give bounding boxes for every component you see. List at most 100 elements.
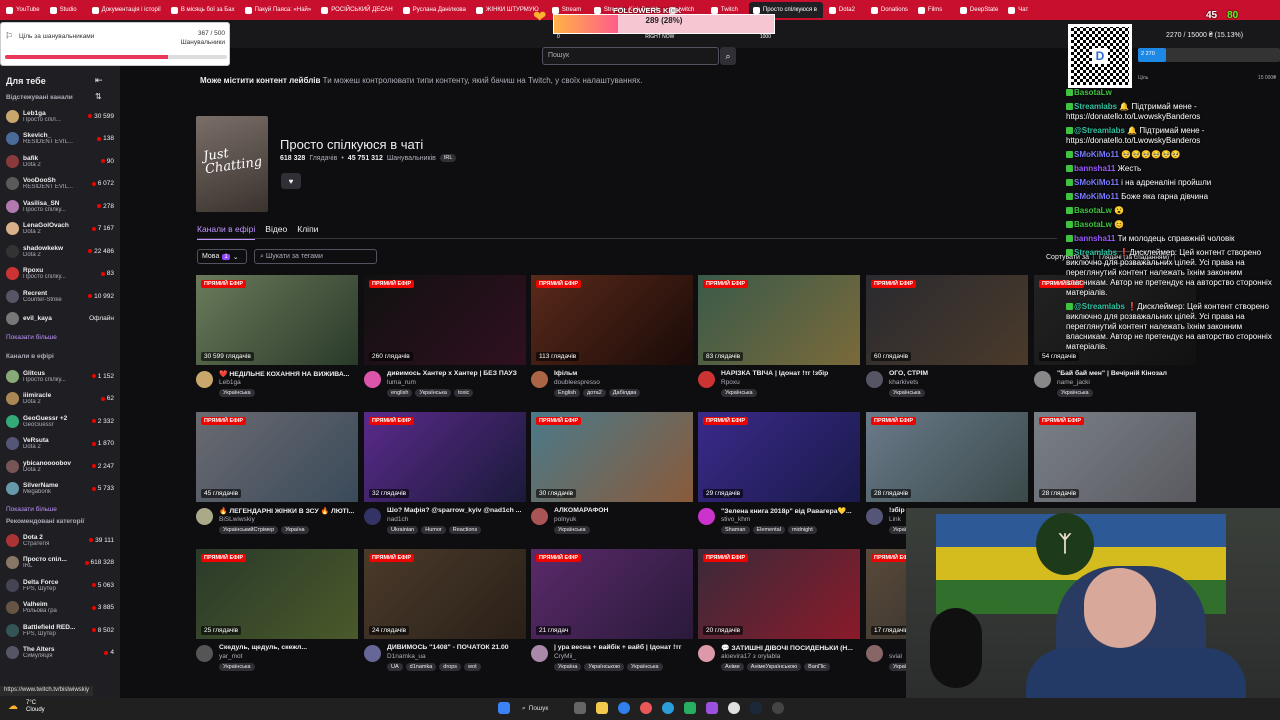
browser-tab[interactable]: Руслана Данілкова (399, 2, 470, 18)
stream-card[interactable]: ПРЯМИЙ ЕФІР 29 глядачів "Зелена книга 2018… (698, 412, 860, 546)
stream-title[interactable]: "Зелена книга 2018р" від Равагера💛... (721, 507, 859, 515)
stream-title[interactable]: НАРІЗКА ТВІЧА | Ідонат !тг !збір (721, 370, 859, 377)
stream-tag[interactable]: Українська (219, 389, 255, 397)
stream-tag[interactable]: Україна (554, 663, 582, 671)
stream-thumbnail[interactable]: ПРЯМИЙ ЕФІР 24 глядачів (364, 549, 526, 639)
streamer-name[interactable]: Leb1ga (219, 379, 357, 386)
show-more-followed-link[interactable]: Показати більше (6, 334, 57, 341)
browser-tab[interactable]: Dota2 (825, 2, 865, 18)
browser-tab[interactable]: Donations (867, 2, 912, 18)
telegram-icon[interactable] (662, 702, 674, 714)
stream-tag[interactable]: Українська (415, 389, 451, 397)
stream-tag[interactable]: Humor (421, 526, 446, 534)
stream-tag[interactable]: drops (439, 663, 462, 671)
sidebar-channel[interactable]: Vasilisa_SN Просто спілку... 278 (6, 196, 114, 216)
streamer-name[interactable]: kharkivets (889, 379, 1027, 386)
stream-title[interactable]: ДИВИМОСЬ "1408" - ПОЧАТОК 21.00 (387, 644, 525, 651)
collapse-sidebar-icon[interactable]: ⇤ (95, 75, 103, 86)
sidebar-channel[interactable]: ybicanoooobov Dota 2 2 247 (6, 456, 114, 476)
stream-thumbnail[interactable]: ПРЯМИЙ ЕФІР 28 глядачів (866, 412, 1028, 502)
browser-tab[interactable]: YouTube (2, 2, 44, 18)
sort-icon[interactable]: ⇅ (95, 92, 102, 101)
tag-search-input[interactable]: ⌕ Шукати за тегами (254, 249, 377, 264)
stream-title[interactable]: Шо? Мафія? @sparrow_kyiv @nad1ch ... (387, 507, 525, 514)
stream-card[interactable]: ПРЯМИЙ ЕФІР 30 599 глядачів ❤️ НЕДІЛЬНЕ КО… (196, 275, 358, 409)
stream-card[interactable]: ПРЯМИЙ ЕФІР 20 глядачів 💬 ЗАТИШНІ ДІВОЧІ П… (698, 549, 860, 683)
browser-tab[interactable]: Документація і історії (88, 2, 165, 18)
avatar[interactable] (698, 645, 715, 662)
stream-tag[interactable]: Аніме (721, 663, 744, 671)
avatar[interactable] (698, 371, 715, 388)
sidebar-channel[interactable]: Glitcus Просто спілку... 1 152 (6, 366, 114, 386)
file-explorer-icon[interactable] (596, 702, 608, 714)
stream-title[interactable]: АЛКОМАРАФОН (554, 507, 692, 514)
stream-card[interactable]: ПРЯМИЙ ЕФІР 45 глядачів 🔥 ЛЕГЕНДАРНІ ЖІНКИ… (196, 412, 358, 546)
sidebar-channel[interactable]: Delta Force FPS, Шутер 5 063 (6, 575, 114, 595)
avatar[interactable] (364, 371, 381, 388)
stream-tag[interactable]: Українська (889, 389, 925, 397)
stream-thumbnail[interactable]: ПРЯМИЙ ЕФІР 21 глядач (531, 549, 693, 639)
stream-tag[interactable]: Українська (219, 663, 255, 671)
sidebar-channel[interactable]: The Alters Симуляція 4 (6, 643, 114, 663)
stream-tag[interactable]: toxic (453, 389, 474, 397)
stream-title[interactable]: дивимось Хантер х Хантер | БЕЗ ПАУЗ (387, 370, 525, 377)
sidebar-channel[interactable]: VooDooSh RESIDENT EVIL... 6 072 (6, 174, 114, 194)
category-tag[interactable]: IRL (439, 154, 457, 162)
stream-thumbnail[interactable]: ПРЯМИЙ ЕФІР 60 глядачів (866, 275, 1028, 365)
streamer-name[interactable]: Rpoxu (721, 379, 859, 386)
avatar[interactable] (531, 645, 548, 662)
browser-tab[interactable]: В місяць бої за Бах (167, 2, 239, 18)
sidebar-channel[interactable]: Dota 2 Стратегія 39 111 (6, 530, 114, 550)
stream-thumbnail[interactable]: ПРЯМИЙ ЕФІР 113 глядачів (531, 275, 693, 365)
avatar[interactable] (364, 645, 381, 662)
stream-thumbnail[interactable]: ПРЯМИЙ ЕФІР 25 глядачів (196, 549, 358, 639)
stream-tag[interactable]: Українською (584, 663, 625, 671)
avatar[interactable] (866, 508, 883, 525)
app-icon-2[interactable] (706, 702, 718, 714)
stream-thumbnail[interactable]: ПРЯМИЙ ЕФІР 30 глядачів (531, 412, 693, 502)
sidebar-channel[interactable]: Battlefield RED... FPS, Шутер 8 502 (6, 620, 114, 640)
streamer-name[interactable]: CryMii_ (554, 653, 692, 660)
stream-tag[interactable]: УкраїнськийСтрімер (219, 526, 279, 534)
browser-tab[interactable]: Studio (46, 2, 86, 18)
task-view-icon[interactable] (574, 702, 586, 714)
stream-tag[interactable]: Reactions (448, 526, 482, 534)
streamer-name[interactable]: aloevira17 з orylabla (721, 653, 859, 660)
streamer-name[interactable]: stivo_khm (721, 516, 859, 523)
sidebar-channel[interactable]: SilverName Megabonk 5 733 (6, 479, 114, 499)
app-icon[interactable] (684, 702, 696, 714)
stream-thumbnail[interactable]: ПРЯМИЙ ЕФІР 45 глядачів (196, 412, 358, 502)
sidebar-channel[interactable]: VeRsuta Dota 2 1 870 (6, 434, 114, 454)
avatar[interactable] (531, 508, 548, 525)
sidebar-channel[interactable]: iiimiracle Dota 2 62 (6, 389, 114, 409)
stream-tag[interactable]: midnight (787, 526, 817, 534)
weather-widget[interactable]: 7°C Cloudy (26, 700, 45, 714)
stream-tag[interactable]: d1namka (405, 663, 437, 671)
stream-card[interactable]: ПРЯМИЙ ЕФІР 24 глядачів ДИВИМОСЬ "1408" - … (364, 549, 526, 683)
steam-icon[interactable] (750, 702, 762, 714)
stream-tag[interactable]: UA (387, 663, 403, 671)
avatar[interactable] (1034, 371, 1051, 388)
stream-tag[interactable]: Дабілдва (608, 389, 641, 397)
stream-thumbnail[interactable]: ПРЯМИЙ ЕФІР 30 599 глядачів (196, 275, 358, 365)
opera-icon[interactable] (640, 702, 652, 714)
avatar[interactable] (866, 645, 883, 662)
browser-tab[interactable]: Пакуй Паяса: «Най» (241, 2, 316, 18)
stream-card[interactable]: ПРЯМИЙ ЕФІР 25 глядачів Скедуль, щедуль, с… (196, 549, 358, 683)
search-button[interactable]: ⌕ (720, 47, 736, 65)
show-more-live-link[interactable]: Показати більше (6, 506, 57, 513)
stream-tag[interactable]: Українська (627, 663, 663, 671)
sidebar-channel[interactable]: Valheim Рольова гра 3 885 (6, 598, 114, 618)
streamer-name[interactable]: nad1ch (387, 516, 525, 523)
streamer-name[interactable]: luma_rum (387, 379, 525, 386)
stream-card[interactable]: ПРЯМИЙ ЕФІР 83 глядачів НАРІЗКА ТВІЧА | Ід… (698, 275, 860, 409)
browser-tab[interactable]: Films (914, 2, 954, 18)
language-filter[interactable]: Мова 1 ⌄ (197, 249, 247, 264)
chrome-icon[interactable] (728, 702, 740, 714)
avatar[interactable] (364, 508, 381, 525)
stream-thumbnail[interactable]: ПРЯМИЙ ЕФІР 260 глядачів (364, 275, 526, 365)
stream-tag[interactable]: english (387, 389, 413, 397)
stream-title[interactable]: ❤️ НЕДІЛЬНЕ КОХАННЯ НА ВИЖИВА... (219, 370, 357, 378)
stream-tag[interactable]: Ukrainian (387, 526, 419, 534)
stream-tag[interactable]: Україна (281, 526, 309, 534)
